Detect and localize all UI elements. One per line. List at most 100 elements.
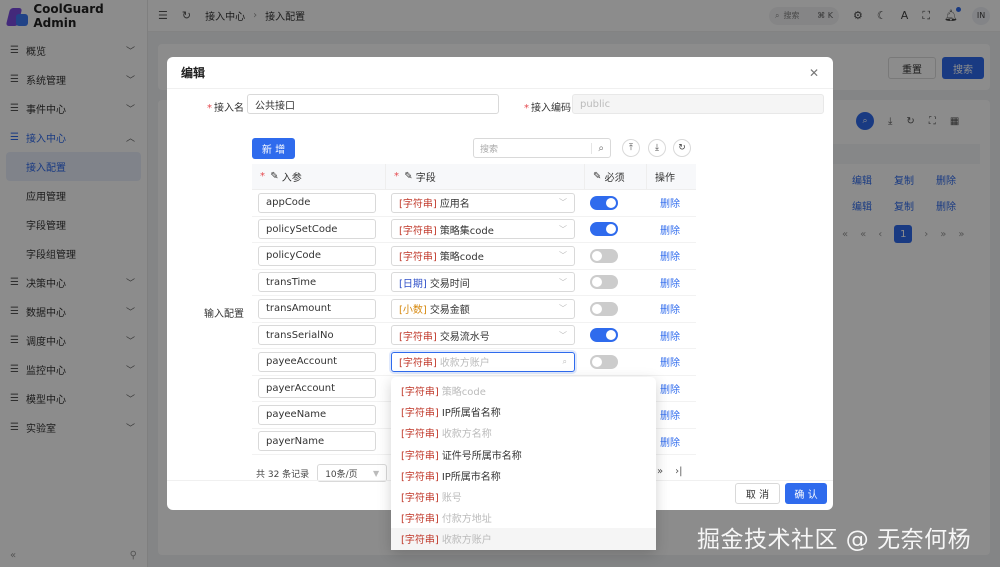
required-toggle[interactable] [590,248,618,263]
field-type-tag: [小数] [399,305,427,317]
cancel-button[interactable]: 取 消 [735,483,780,504]
required-toggle[interactable] [590,301,618,316]
field-type-tag: [字符串] [399,225,437,237]
required-toggle[interactable] [590,222,618,237]
delete-link[interactable]: 删除 [652,248,680,263]
param-input[interactable]: policyCode [258,245,376,266]
chevron-down-icon: ﹀ [559,251,567,261]
delete-link[interactable]: 删除 [652,354,680,369]
delete-link[interactable]: 删除 [652,275,680,290]
column-header-param: * ✎ 入参 [260,171,302,184]
dropdown-option[interactable]: [字符串] 付款方地址 [391,507,656,528]
param-input[interactable]: policySetCode [258,219,376,240]
field-select[interactable]: [日期] 交易时间 ﹀ [391,272,575,293]
edit-icon: ✎ [404,171,413,182]
field-select-value: 策略code [439,252,484,264]
close-icon[interactable]: ✕ [809,66,819,80]
field-select[interactable]: [字符串] 交易流水号 ﹀ [391,325,575,346]
dropdown-option-label: 策略code [441,387,486,399]
param-input[interactable]: payerAccount [258,378,376,399]
dropdown-option[interactable]: [字符串] 策略code [391,380,656,401]
upload-icon[interactable]: ⤒ [622,139,640,157]
required-toggle[interactable] [590,275,618,290]
access-name-input[interactable]: 公共接口 [247,94,499,114]
chevron-down-icon: ﹀ [559,198,567,208]
table-row: appCode [字符串] 应用名 ﹀ 删除 [252,190,696,217]
chevron-down-icon: ﹀ [559,330,567,340]
dropdown-option[interactable]: [字符串] 证件号所属市名称 [391,444,656,465]
download-icon[interactable]: ⤓ [648,139,666,157]
dropdown-option[interactable]: [字符串] 收款方名称 [391,422,656,443]
column-header-actions: 操作 [646,164,696,189]
delete-link[interactable]: 删除 [652,301,680,316]
field-select[interactable]: [字符串] 策略集code ﹀ [391,219,575,240]
watermark: 掘金技术社区 @ 无奈何杨 [697,527,972,553]
field-type-tag: [字符串] [401,493,439,505]
dropdown-option[interactable]: [字符串] 账号 [391,486,656,507]
param-input[interactable]: payeeAccount [258,351,376,372]
param-input[interactable]: transSerialNo [258,325,376,346]
delete-link[interactable]: 删除 [652,195,680,210]
last-page-icon[interactable]: ›| [675,466,682,477]
field-type-tag: [字符串] [399,199,437,211]
column-header-required: ✎ 必须 [584,164,646,189]
table-header: * ✎ 入参 * ✎ 字段 ✎ 必须 操作 [252,164,696,190]
delete-link[interactable]: 删除 [652,434,680,449]
table-row: transSerialNo [字符串] 交易流水号 ﹀ 删除 [252,323,696,349]
dropdown-option[interactable]: [字符串] IP所属市名称 [391,465,656,486]
field-select-value: 交易时间 [429,278,470,290]
chevron-down-icon: ﹀ [559,224,567,234]
input-config-label: 输入配置 [204,309,244,320]
edit-icon: ✎ [593,171,602,182]
table-row: transAmount [小数] 交易金额 ﹀ 删除 [252,296,696,323]
param-input[interactable]: transAmount [258,298,376,319]
field-select-value: 应用名 [439,199,470,211]
field-select[interactable]: [字符串] 应用名 ﹀ [391,192,575,213]
chevron-down-icon: ﹀ [559,277,567,287]
table-search-placeholder: 搜索 [480,144,499,155]
field-type-tag: [字符串] [401,535,439,547]
required-toggle[interactable] [590,354,618,369]
field-type-tag: [字符串] [399,331,437,343]
dropdown-option-label: 证件号所属市名称 [441,450,522,462]
field-select-value: 策略集code [439,225,494,237]
next-jump-icon[interactable]: » [657,466,663,477]
field-type-tag: [字符串] [401,514,439,526]
access-code-input: public [572,94,824,114]
required-toggle[interactable] [590,195,618,210]
param-input[interactable]: payeeName [258,404,376,425]
dropdown-option[interactable]: [字符串] 收款方账户 [391,528,656,550]
required-toggle[interactable] [590,328,618,343]
table-row: transTime [日期] 交易时间 ﹀ 删除 [252,270,696,296]
total-records: 共 32 条记录 [256,469,310,480]
field-select[interactable]: [字符串] 策略code ﹀ [391,245,575,266]
dropdown-option-label: 账号 [441,493,462,505]
access-name-label: * 接入名 [207,103,244,114]
field-type-tag: [字符串] [401,408,439,420]
search-icon[interactable]: ⌕ [591,142,604,154]
field-select[interactable]: [小数] 交易金额 ﹀ [391,298,575,319]
refresh-icon[interactable]: ↻ [673,139,691,157]
param-input[interactable]: appCode [258,192,376,213]
chevron-down-icon: ▼ [373,468,380,478]
modal-title: 编辑 [181,66,206,80]
field-select[interactable]: [字符串] 收款方账户 ⌕ [391,351,575,372]
access-code-label: * 接入编码 [524,103,571,114]
delete-link[interactable]: 删除 [652,328,680,343]
field-select-dropdown: [字符串] 策略code [字符串] IP所属省名称 [字符串] 收款方名称 [字符串] 证件… [391,377,656,550]
dropdown-option-label: IP所属省名称 [441,408,501,420]
table-row: payeeAccount [字符串] 收款方账户 ⌕ 删除 [252,349,696,376]
modal-pager-controls: » ›| [657,466,683,477]
param-input[interactable]: transTime [258,272,376,293]
param-input[interactable]: payerName [258,431,376,452]
table-search-input[interactable]: 搜索 ⌕ [473,138,611,158]
delete-link[interactable]: 删除 [652,407,680,422]
confirm-button[interactable]: 确 认 [785,483,827,504]
dropdown-option[interactable]: [字符串] IP所属省名称 [391,401,656,422]
field-type-tag: [字符串] [401,450,439,462]
delete-link[interactable]: 删除 [652,381,680,396]
delete-link[interactable]: 删除 [652,222,680,237]
add-button[interactable]: 新 增 [252,138,295,159]
field-type-tag: [字符串] [399,252,437,264]
edit-icon: ✎ [270,171,279,182]
